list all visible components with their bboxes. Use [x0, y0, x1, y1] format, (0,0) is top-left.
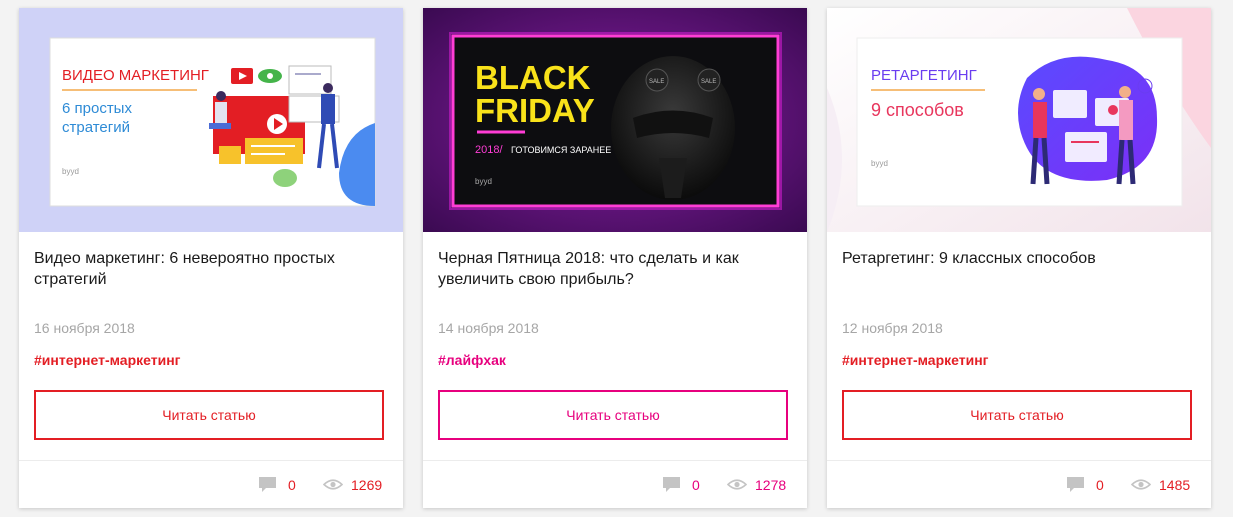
article-date: 12 ноября 2018 [842, 320, 943, 336]
article-date: 16 ноября 2018 [34, 320, 135, 336]
view-count: 1269 [351, 477, 383, 493]
thumb-subheading-2: стратегий [62, 119, 130, 136]
sale-badge: SALE [649, 79, 664, 85]
view-count: 1485 [1159, 477, 1191, 493]
article-stats: 0 1278 [423, 461, 807, 508]
article-card: SALE SALE BLACK FRIDAY 2018/ ГОТОВИМСЯ З… [423, 8, 807, 508]
article-stats: 0 1485 [827, 461, 1211, 508]
article-title[interactable]: Черная Пятница 2018: что сделать и как у… [438, 248, 793, 290]
thumb-heading: РЕТАРГЕТИНГ [871, 67, 977, 84]
article-title[interactable]: Ретаргетинг: 9 классных способов [842, 248, 1197, 269]
comment-count: 0 [288, 477, 296, 493]
thumb-heading-2: FRIDAY [475, 92, 595, 129]
eye-icon [1131, 479, 1151, 490]
thumb-brand: byyd [871, 159, 888, 168]
thumb-brand: byyd [475, 177, 492, 186]
thumb-heading-1: BLACK [475, 59, 591, 96]
comment-count: 0 [1096, 477, 1104, 493]
sale-badge: SALE [701, 79, 716, 85]
article-stats: 0 1269 [19, 461, 403, 508]
article-date: 14 ноября 2018 [438, 320, 539, 336]
article-thumbnail[interactable]: РЕТАРГЕТИНГ 9 способов byyd [827, 8, 1211, 232]
thumb-caption: ГОТОВИМСЯ ЗАРАНЕЕ [511, 145, 611, 155]
article-tag[interactable]: #лайфхак [438, 352, 506, 368]
eye-icon [727, 479, 747, 490]
thumb-year: 2018/ [475, 144, 503, 156]
view-count: 1278 [755, 477, 787, 493]
article-card: ВИДЕО МАРКЕТИНГ 6 простых стратегий byyd… [19, 8, 403, 508]
article-tag[interactable]: #интернет-маркетинг [842, 352, 989, 368]
eye-icon [323, 479, 343, 490]
article-card: РЕТАРГЕТИНГ 9 способов byyd Ретаргетинг:… [827, 8, 1211, 508]
comment-icon [259, 477, 276, 492]
read-article-button[interactable]: Читать статью [34, 390, 384, 440]
article-tag[interactable]: #интернет-маркетинг [34, 352, 181, 368]
comment-icon [1067, 477, 1084, 492]
read-article-button[interactable]: Читать статью [438, 390, 788, 440]
comment-count: 0 [692, 477, 700, 493]
article-thumbnail[interactable]: SALE SALE BLACK FRIDAY 2018/ ГОТОВИМСЯ З… [423, 8, 807, 232]
thumb-subheading: 9 способов [871, 100, 964, 120]
thumb-subheading-1: 6 простых [62, 100, 132, 117]
thumb-brand: byyd [62, 167, 79, 176]
thumb-heading: ВИДЕО МАРКЕТИНГ [62, 67, 209, 84]
read-article-button[interactable]: Читать статью [842, 390, 1192, 440]
article-title[interactable]: Видео маркетинг: 6 невероятно простых ст… [34, 248, 389, 290]
comment-icon [663, 477, 680, 492]
article-thumbnail[interactable]: ВИДЕО МАРКЕТИНГ 6 простых стратегий byyd [19, 8, 403, 232]
